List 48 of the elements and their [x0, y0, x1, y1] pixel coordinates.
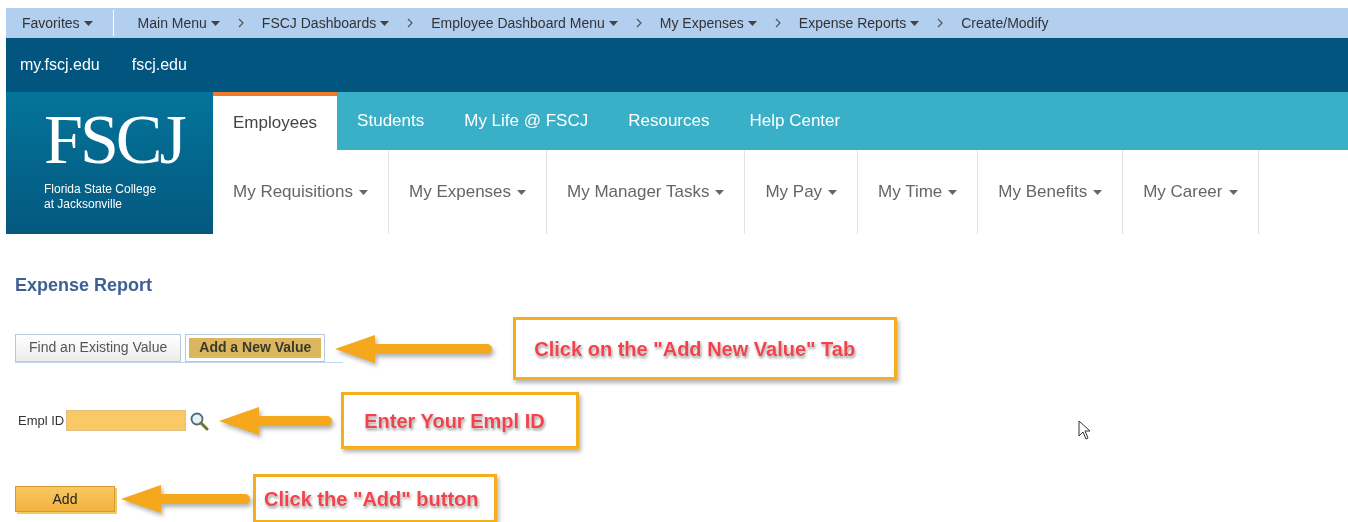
breadcrumb-link[interactable]: Employee Dashboard Menu — [431, 12, 618, 34]
caret-icon — [359, 189, 368, 195]
menu-item[interactable]: My Requisitions — [213, 150, 389, 234]
empl-id-field[interactable] — [66, 410, 187, 431]
chevron-icon — [937, 18, 944, 28]
chevron-icon — [635, 18, 642, 28]
breadcrumb-link[interactable]: FSCJ Dashboards — [261, 12, 390, 34]
menu-item[interactable]: My Pay — [745, 150, 859, 234]
empl-id-label: Empl ID — [18, 411, 65, 430]
breadcrumb-link[interactable]: Favorites — [22, 12, 93, 34]
add-button[interactable]: Add — [15, 486, 115, 512]
menu-item[interactable]: My Time — [858, 150, 979, 234]
page-tab[interactable]: Add a New Value — [185, 333, 326, 362]
breadcrumb-link[interactable]: Create/Modify — [961, 12, 1049, 34]
caret-icon — [517, 189, 527, 195]
chevron-icon — [237, 18, 244, 28]
caret-icon — [1228, 189, 1238, 195]
logo-wordmark: FSCJ — [44, 108, 186, 172]
caret-icon — [715, 189, 725, 195]
breadcrumb-link[interactable]: My Expenses — [659, 12, 757, 34]
caret-icon — [1093, 189, 1103, 195]
chevron-icon — [407, 18, 414, 28]
logo-tagline: Florida State College at Jacksonville — [44, 182, 158, 212]
breadcrumb-link[interactable]: Expense Reports — [798, 12, 920, 34]
caret-icon — [828, 189, 838, 195]
menu-item[interactable]: My Expenses — [389, 150, 548, 234]
page-title: Expense Report — [15, 274, 154, 296]
callout-text: Click on the "Add New Value" Tab — [534, 336, 856, 362]
caret-icon — [83, 20, 93, 26]
menu-item[interactable]: My Career — [1123, 150, 1259, 234]
menu-item[interactable]: My Manager Tasks — [547, 150, 746, 234]
menu-item[interactable]: My Benefits — [978, 150, 1124, 234]
caret-icon — [747, 20, 757, 26]
caret-icon — [210, 20, 220, 26]
caret-icon — [910, 20, 920, 26]
search-icon[interactable] — [189, 410, 210, 431]
site-link[interactable]: my.fscj.edu — [20, 53, 100, 77]
caret-icon — [948, 189, 958, 195]
chevron-icon — [774, 18, 781, 28]
callout-text: Click the "Add" button — [264, 486, 479, 512]
caret-icon — [380, 20, 390, 26]
caret-icon — [608, 20, 618, 26]
mouse-cursor-icon — [1078, 420, 1091, 440]
breadcrumb-link[interactable]: Main Menu — [137, 12, 220, 34]
callout-text: Enter Your Empl ID — [364, 408, 545, 434]
page-tab[interactable]: Find an Existing Value — [15, 333, 182, 362]
site-link[interactable]: fscj.edu — [131, 53, 187, 77]
audience-tab[interactable]: Employees — [213, 92, 338, 150]
